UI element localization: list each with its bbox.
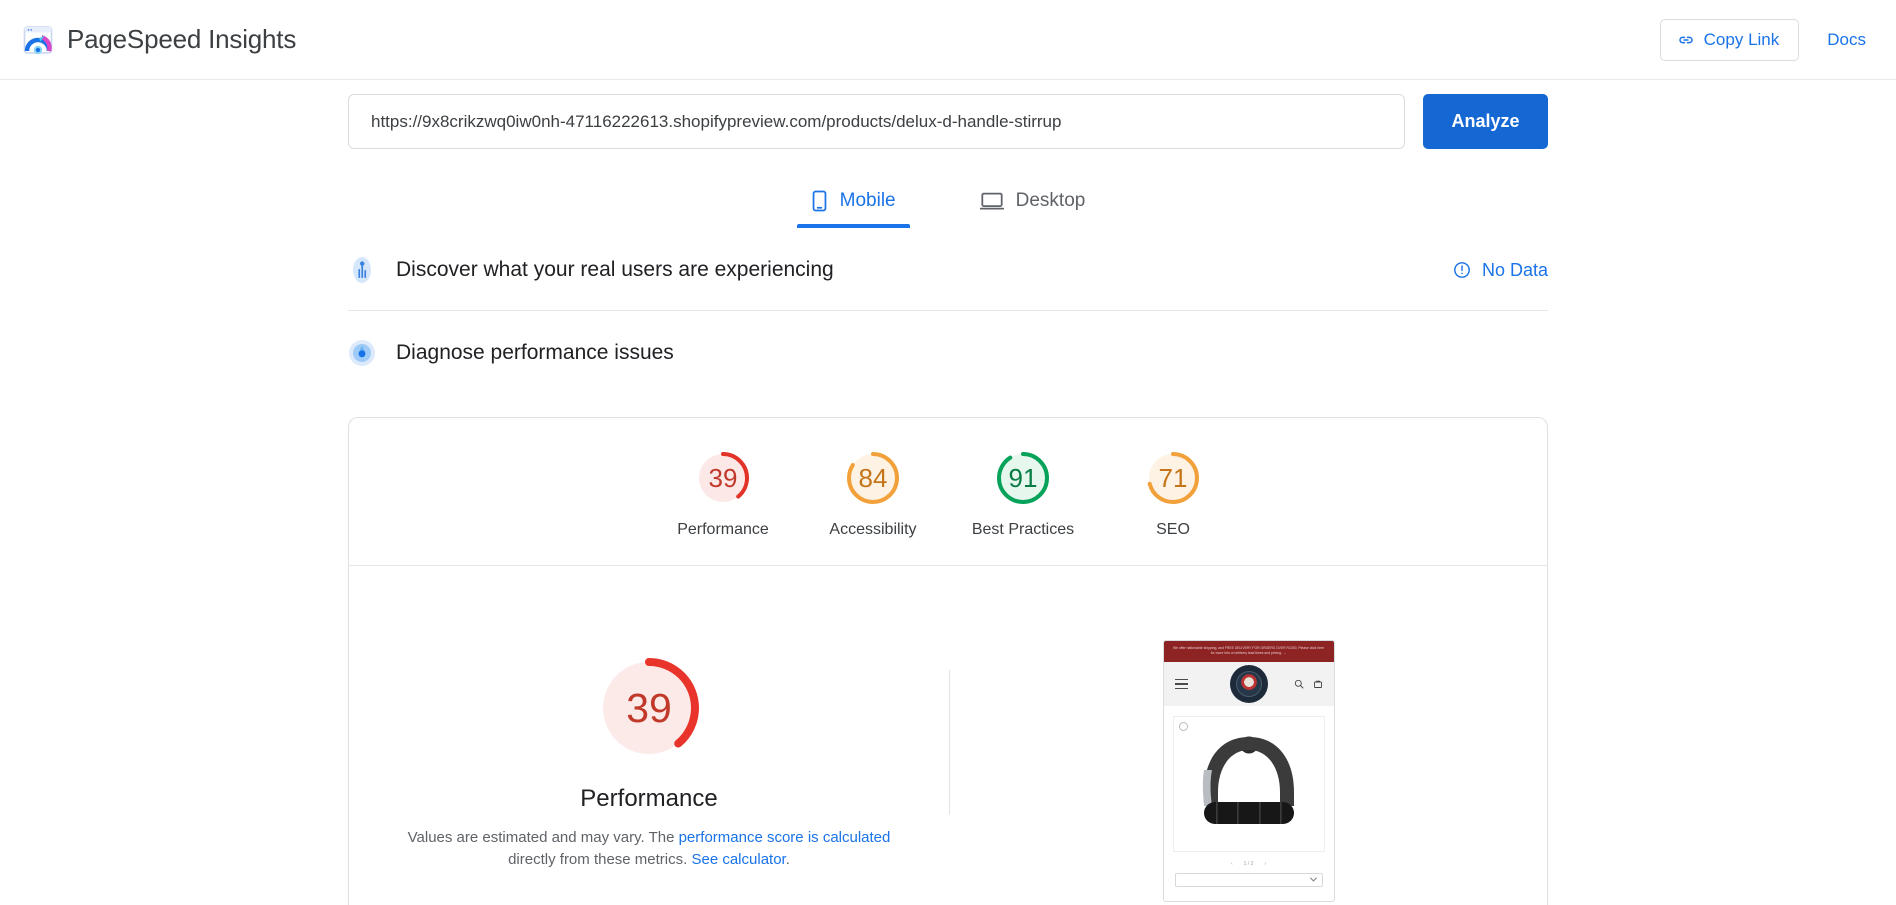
search-icon <box>1294 679 1303 689</box>
analyze-button[interactable]: Analyze <box>1423 94 1548 149</box>
mobile-screenshot-thumbnail: We offer nationwide shipping, and FREE D… <box>1162 640 1335 902</box>
field-data-icon <box>353 257 371 283</box>
zoom-icon <box>1178 721 1188 731</box>
performance-summary: 39 Performance Values are estimated and … <box>349 602 949 902</box>
field-data-status[interactable]: No Data <box>1453 260 1548 281</box>
performance-detail: 39 Performance Values are estimated and … <box>349 566 1547 902</box>
pagespeed-logo-icon <box>23 25 53 54</box>
lighthouse-result-card: 39 Performance 84 Accessibility 91 Best … <box>348 417 1548 905</box>
chevron-down-icon <box>1309 877 1317 883</box>
gauge-value: 84 <box>858 462 888 493</box>
content-column: Analyze Mobile Desktop Discover wha <box>348 80 1548 905</box>
gauge-ring: 91 <box>995 450 1051 506</box>
gauge-accessibility[interactable]: 84 Accessibility <box>798 450 948 539</box>
thumbnail-nav-actions <box>1294 679 1323 689</box>
thumbnail-banner-text: We offer nationwide shipping, and FREE D… <box>1172 646 1325 655</box>
desc-text-1: Values are estimated and may vary. The <box>407 829 679 846</box>
desc-text-3: . <box>785 850 790 868</box>
thumbnail-product-area <box>1164 706 1334 852</box>
url-analyze-row: Analyze <box>348 80 1548 149</box>
gauge-ring: 84 <box>845 450 901 506</box>
brand: PageSpeed Insights <box>22 24 296 56</box>
field-data-title: Discover what your real users are experi… <box>396 258 834 281</box>
gauge-label: Accessibility <box>829 521 917 538</box>
gauge-performance[interactable]: 39 Performance <box>648 450 798 539</box>
store-logo-icon <box>1229 664 1268 703</box>
gauge-label: Best Practices <box>971 521 1075 538</box>
desc-text-2: directly from these metrics. <box>508 850 692 868</box>
header-actions: Copy Link Docs <box>1659 18 1866 61</box>
app-header: PageSpeed Insights Copy Link Docs <box>0 0 1896 80</box>
thumbnail-product-image <box>1172 715 1325 852</box>
category-gauges: 39 Performance 84 Accessibility 91 Best … <box>349 418 1547 566</box>
link-icon <box>1678 36 1693 43</box>
gauge-seo[interactable]: 71 SEO <box>1098 450 1248 539</box>
screenshot-panel: We offer nationwide shipping, and FREE D… <box>950 602 1547 902</box>
url-input[interactable] <box>348 94 1405 149</box>
performance-score-link[interactable]: performance score is calculated <box>679 829 891 846</box>
copy-link-button[interactable]: Copy Link <box>1659 18 1800 61</box>
thumbnail-banner-arrow: → <box>1282 650 1287 655</box>
tab-desktop[interactable]: Desktop <box>966 182 1100 228</box>
status-badge: No Data <box>1481 259 1548 280</box>
device-tabs: Mobile Desktop <box>348 182 1548 228</box>
gauge-ring: 71 <box>1145 450 1201 506</box>
thumbnail-pager: ‹ 1 / 2 › <box>1164 852 1334 873</box>
pager-label: 1 / 2 <box>1243 860 1254 867</box>
info-circle-icon <box>1454 262 1470 278</box>
gauge-value: 71 <box>1158 462 1188 493</box>
lab-data-section: Diagnose performance issues <box>348 311 1548 393</box>
tab-desktop-label: Desktop <box>1015 190 1086 211</box>
performance-description: Values are estimated and may vary. The p… <box>389 827 909 871</box>
page-body: Analyze Mobile Desktop Discover wha <box>0 80 1896 905</box>
gauge-ring: 39 <box>695 450 751 506</box>
gauge-value: 91 <box>1008 462 1038 493</box>
gauge-label: Performance <box>677 521 769 538</box>
desktop-monitor-icon <box>979 192 1004 210</box>
pager-next: › <box>1264 860 1267 867</box>
thumbnail-nav <box>1163 661 1334 706</box>
performance-gauge: 39 <box>595 654 703 762</box>
hamburger-menu-icon <box>1174 676 1188 692</box>
docs-link[interactable]: Docs <box>1827 30 1866 50</box>
d-handle-stirrup-graphic <box>1202 736 1294 824</box>
thumbnail-variant-select <box>1174 872 1323 887</box>
cart-icon <box>1313 680 1322 688</box>
gauge-label: SEO <box>1156 521 1190 538</box>
lab-data-title: Diagnose performance issues <box>396 341 674 364</box>
field-data-section: Discover what your real users are experi… <box>348 228 1548 311</box>
pager-prev: ‹ <box>1230 860 1233 867</box>
mobile-phone-icon <box>812 190 826 212</box>
tab-mobile-label: Mobile <box>839 190 896 211</box>
copy-link-label: Copy Link <box>1703 29 1780 49</box>
see-calculator-link[interactable]: See calculator <box>691 851 785 868</box>
gauge-best-practices[interactable]: 91 Best Practices <box>948 450 1098 539</box>
thumbnail-announcement-bar: We offer nationwide shipping, and FREE D… <box>1163 641 1334 662</box>
performance-label: Performance <box>580 785 718 812</box>
gauge-value: 39 <box>708 462 738 493</box>
page-title: PageSpeed Insights <box>67 24 297 54</box>
performance-score: 39 <box>626 684 672 731</box>
tab-mobile[interactable]: Mobile <box>796 182 910 228</box>
diagnose-icon <box>349 340 375 366</box>
